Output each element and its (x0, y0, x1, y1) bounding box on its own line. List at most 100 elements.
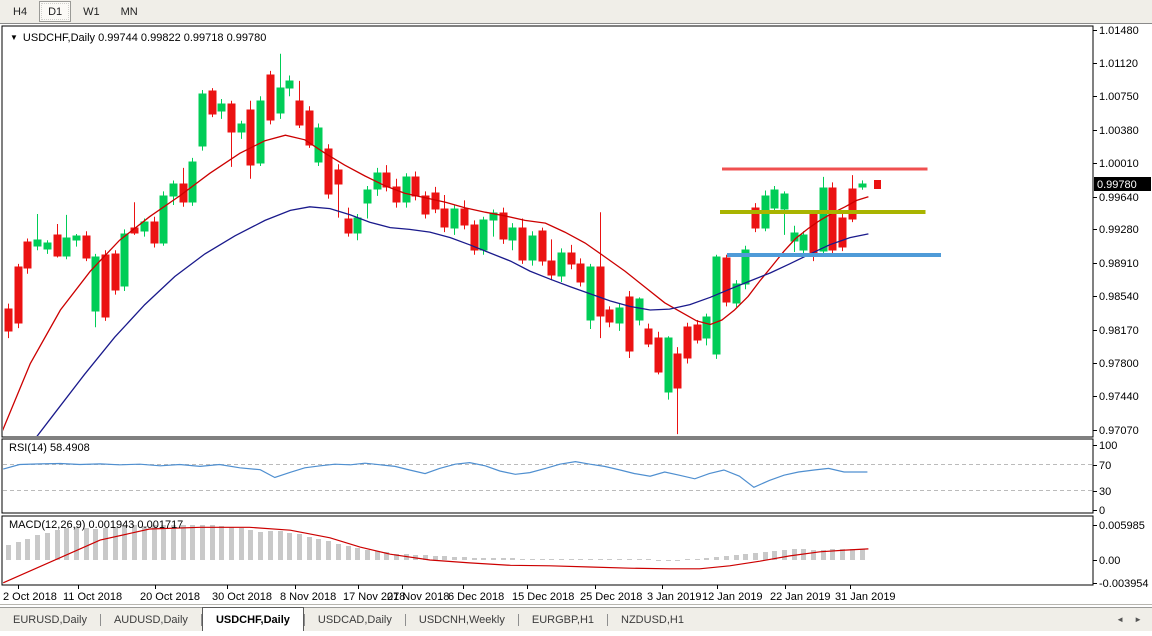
candle-body (509, 228, 516, 240)
macd-histogram-bar (200, 525, 205, 560)
candle-body (674, 354, 681, 388)
macd-values: 0.001943 0.001717 (88, 519, 183, 531)
macd-histogram-bar (656, 560, 661, 561)
candle-body (73, 236, 80, 240)
macd-histogram-bar (724, 556, 729, 560)
macd-histogram-bar (685, 559, 690, 560)
macd-histogram-bar (637, 559, 642, 560)
date-axis-label: 31 Jan 2019 (835, 591, 896, 603)
macd-histogram-bar (6, 545, 11, 560)
candle-body (568, 253, 575, 264)
macd-histogram-bar (452, 557, 457, 560)
rsi-axis-label: 70 (1099, 460, 1111, 472)
tab-audusd-daily[interactable]: AUDUSD,Daily (101, 608, 201, 631)
timeframe-toolbar: H4D1W1MN (0, 0, 1152, 24)
candle-body (209, 91, 216, 114)
macd-histogram-bar (278, 531, 283, 560)
macd-histogram-bar (248, 530, 253, 560)
candle-body (63, 238, 70, 256)
macd-histogram-bar (307, 537, 312, 560)
timeframe-button-d1[interactable]: D1 (39, 1, 71, 22)
timeframe-button-mn[interactable]: MN (112, 1, 147, 22)
candle-body (5, 309, 12, 331)
candle-body (403, 177, 410, 202)
price-axis-label: 1.01120 (1099, 58, 1138, 70)
candle-body (548, 261, 555, 275)
macd-histogram-bar (442, 556, 447, 560)
macd-histogram-bar (375, 551, 380, 560)
chart-title: ▼USDCHF,Daily 0.99744 0.99822 0.99718 0.… (10, 32, 266, 44)
macd-histogram-bar (811, 550, 816, 560)
candle-body (160, 196, 167, 243)
date-axis-label: 11 Oct 2018 (63, 591, 122, 603)
macd-histogram-bar (316, 539, 321, 560)
macd-histogram-bar (569, 559, 574, 560)
candle-body (810, 214, 817, 255)
candle-body (247, 110, 254, 165)
tab-scroll-left-icon[interactable]: ◄ (1116, 615, 1124, 624)
tab-nzdusd-h1[interactable]: NZDUSD,H1 (608, 608, 697, 631)
candle-body (189, 162, 196, 202)
candle-body (519, 228, 526, 260)
candle-body (859, 184, 866, 187)
timeframe-button-h4[interactable]: H4 (4, 1, 36, 22)
price-axis-label: 0.97800 (1099, 358, 1139, 370)
price-axis-label: 0.99640 (1099, 192, 1139, 204)
macd-histogram-bar (462, 557, 467, 560)
price-axis-label: 0.98170 (1099, 325, 1139, 337)
macd-histogram-bar (695, 559, 700, 560)
rsi-axis-label: 30 (1099, 486, 1111, 498)
price-arrow-marker (874, 180, 881, 189)
current-price-label: 0.99780 (1097, 179, 1137, 191)
separator-line (0, 604, 1152, 605)
candle-body (24, 242, 31, 268)
tab-usdchf-daily[interactable]: USDCHF,Daily (202, 607, 304, 631)
candle-body (713, 257, 720, 354)
candle-body (121, 234, 128, 286)
macd-histogram-bar (588, 559, 593, 560)
tab-eurusd-daily[interactable]: EURUSD,Daily (0, 608, 100, 631)
tab-eurgbp-h1[interactable]: EURGBP,H1 (519, 608, 607, 631)
date-axis-label: 12 Jan 2019 (702, 591, 763, 603)
macd-histogram-bar (607, 559, 612, 560)
macd-histogram-bar (646, 559, 651, 560)
macd-histogram-bar (25, 539, 30, 560)
macd-histogram-bar (850, 549, 855, 560)
macd-histogram-bar (734, 555, 739, 560)
candle-body (44, 243, 51, 249)
candle-body (112, 254, 119, 290)
tab-usdcad-daily[interactable]: USDCAD,Daily (305, 608, 405, 631)
macd-histogram-bar (45, 533, 50, 560)
price-axis-label: 1.00010 (1099, 158, 1139, 170)
macd-histogram-bar (239, 528, 244, 560)
symbol-dropdown-icon[interactable]: ▼ (10, 33, 18, 42)
timeframe-button-w1[interactable]: W1 (74, 1, 109, 22)
macd-histogram-bar (103, 528, 108, 560)
macd-axis-label: 0.005985 (1099, 520, 1145, 532)
price-axis-label: 0.98540 (1099, 291, 1139, 303)
macd-histogram-bar (540, 559, 545, 560)
macd-histogram-bar (714, 557, 719, 560)
tab-usdcnh-weekly[interactable]: USDCNH,Weekly (406, 608, 518, 631)
macd-histogram-bar (433, 556, 438, 560)
macd-histogram-bar (219, 526, 224, 560)
macd-histogram-bar (122, 526, 127, 560)
date-axis-label: 27 Nov 2018 (387, 591, 449, 603)
candle-body (597, 267, 604, 316)
macd-histogram-bar (704, 558, 709, 560)
candle-body (636, 299, 643, 320)
date-axis-label: 25 Dec 2018 (580, 591, 642, 603)
candle-body (606, 310, 613, 322)
candle-body (645, 329, 652, 344)
macd-histogram-bar (229, 527, 234, 560)
candle-body (558, 253, 565, 276)
candle-body (829, 188, 836, 250)
macd-axis-label: -0.003954 (1099, 578, 1149, 590)
candle-body (277, 88, 284, 113)
tab-scroll-right-icon[interactable]: ► (1134, 615, 1142, 624)
price-chart-canvas[interactable]: 1.014801.011201.007501.003801.000100.996… (0, 25, 1152, 605)
macd-histogram-bar (472, 558, 477, 560)
price-axis-label: 1.00750 (1099, 91, 1139, 103)
date-axis-label: 22 Jan 2019 (770, 591, 831, 603)
candle-body (529, 236, 536, 260)
